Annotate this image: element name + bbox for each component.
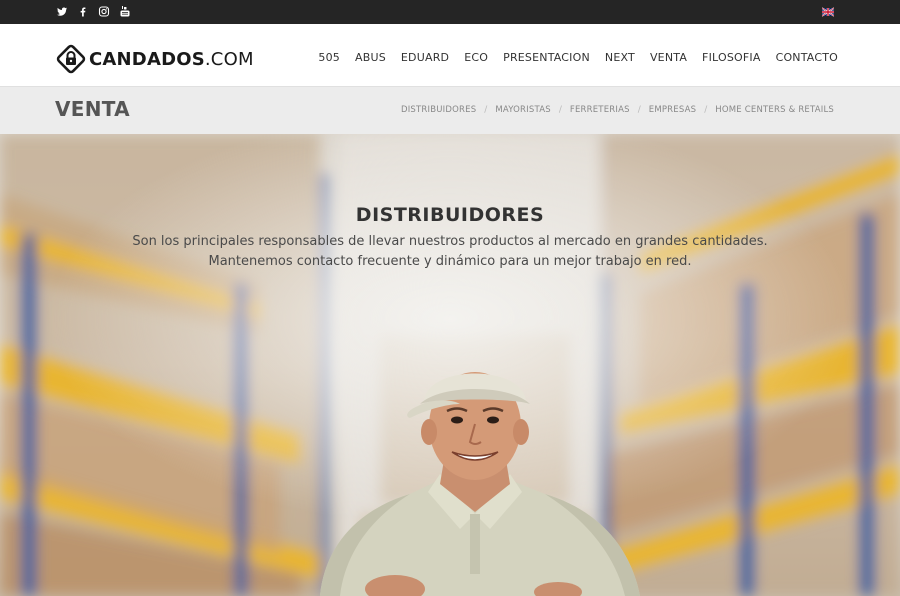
nav-item-eco[interactable]: ECO [464,51,488,64]
social-links [56,5,131,18]
section-link-home-centers[interactable]: HOME CENTERS & RETAILS [715,105,834,115]
main-header: CANDADOS.COM 505 ABUS EDUARD ECO PRESENT… [0,24,900,86]
nav-item-filosofia[interactable]: FILOSOFIA [702,51,761,64]
main-nav: 505 ABUS EDUARD ECO PRESENTACION NEXT VE… [318,51,838,64]
hero-description: Son los principales responsables de llev… [60,232,840,272]
instagram-icon[interactable] [98,5,110,18]
logo-text: CANDADOS.COM [89,49,254,70]
nav-item-venta[interactable]: VENTA [650,51,687,64]
smiling-worker-image [320,372,640,596]
page-title-bar: VENTA DISTRIBUIDORES / MAYORISTAS / FERR… [0,86,900,134]
section-links: DISTRIBUIDORES / MAYORISTAS / FERRETERIA… [401,105,834,115]
section-link-mayoristas[interactable]: MAYORISTAS [495,105,550,115]
nav-item-abus[interactable]: ABUS [355,51,386,64]
separator: / [484,105,488,115]
nav-item-presentacion[interactable]: PRESENTACION [503,51,590,64]
site-logo[interactable]: CANDADOS.COM [56,44,254,74]
nav-item-next[interactable]: NEXT [605,51,635,64]
twitter-icon[interactable] [56,5,68,18]
uk-flag-icon[interactable] [822,7,834,17]
nav-item-contacto[interactable]: CONTACTO [776,51,838,64]
hero-description-line-2: Mantenemos contacto frecuente y dinámico… [208,254,692,269]
logo-suffix: .COM [204,48,254,70]
hero-title: DISTRIBUIDORES [355,204,545,226]
section-link-ferreterias[interactable]: FERRETERIAS [570,105,630,115]
logo-name: CANDADOS [89,48,205,70]
separator: / [704,105,708,115]
section-link-empresas[interactable]: EMPRESAS [649,105,696,115]
section-link-distribuidores[interactable]: DISTRIBUIDORES [401,105,476,115]
hero-description-line-1: Son los principales responsables de llev… [132,234,768,249]
youtube-icon[interactable] [119,5,131,18]
facebook-icon[interactable] [77,5,89,18]
hero-section: DISTRIBUIDORES Son los principales respo… [0,134,900,596]
top-bar [0,0,900,24]
nav-item-eduard[interactable]: EDUARD [401,51,449,64]
separator: / [637,105,641,115]
nav-item-505[interactable]: 505 [318,51,340,64]
padlock-logo-icon [56,44,86,74]
page-title: VENTA [55,97,130,121]
separator: / [558,105,562,115]
